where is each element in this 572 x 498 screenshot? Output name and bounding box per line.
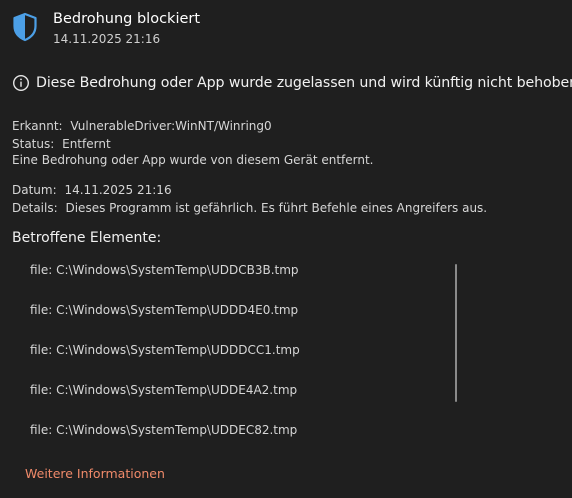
shield-icon: [13, 12, 37, 42]
list-item: file: C:\Windows\SystemTemp\UDDCB3B.tmp: [30, 263, 299, 277]
list-scrollbar[interactable]: [455, 264, 457, 402]
list-item: file: C:\Windows\SystemTemp\UDDD4E0.tmp: [30, 303, 299, 317]
status-label: Status:: [12, 137, 55, 151]
list-item: file: C:\Windows\SystemTemp\UDDE4A2.tmp: [30, 383, 298, 397]
detected-label: Erkannt:: [12, 119, 63, 133]
more-info-link[interactable]: Weitere Informationen: [25, 466, 165, 481]
threat-notification-panel: Bedrohung blockiert 14.11.2025 21:16 Die…: [0, 0, 572, 498]
details-row: Details: Dieses Programm ist gefährlich.…: [12, 199, 487, 217]
list-item: file: C:\Windows\SystemTemp\UDDEC82.tmp: [30, 423, 298, 437]
list-item: file: C:\Windows\SystemTemp\UDDDCC1.tmp: [30, 343, 300, 357]
date-value: 14.11.2025 21:16: [64, 183, 172, 197]
allowed-notice: Diese Bedrohung oder App wurde zugelasse…: [12, 74, 572, 92]
detected-row: Erkannt: VulnerableDriver:WinNT/Winring0: [12, 117, 272, 135]
affected-items-title: Betroffene Elemente:: [12, 230, 162, 246]
affected-items-list: file: C:\Windows\SystemTemp\UDDCB3B.tmp …: [30, 262, 300, 462]
details-value: Dieses Programm ist gefährlich. Es führt…: [65, 201, 488, 215]
date-label: Datum:: [12, 183, 57, 197]
notification-title: Bedrohung blockiert: [53, 11, 201, 27]
date-row: Datum: 14.11.2025 21:16: [12, 181, 172, 199]
info-icon: [12, 74, 30, 92]
details-label: Details:: [12, 201, 58, 215]
status-value: Entfernt: [62, 137, 111, 151]
notification-header: Bedrohung blockiert 14.11.2025 21:16: [12, 9, 200, 47]
detected-value: VulnerableDriver:WinNT/Winring0: [70, 119, 272, 133]
notice-text: Diese Bedrohung oder App wurde zugelasse…: [36, 75, 572, 91]
notification-timestamp: 14.11.2025 21:16: [53, 32, 161, 46]
removed-note: Eine Bedrohung oder App wurde von diesem…: [12, 153, 374, 167]
